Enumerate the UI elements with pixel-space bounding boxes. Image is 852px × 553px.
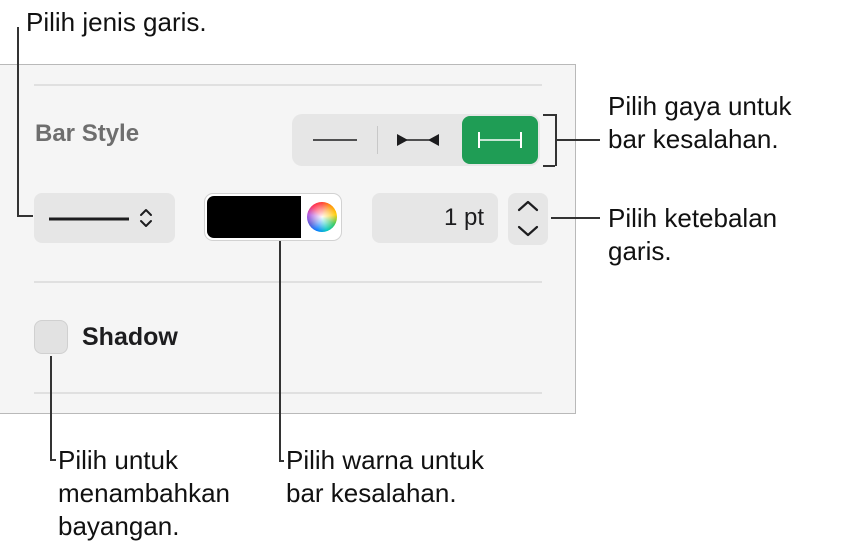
separator-top	[34, 84, 542, 86]
thickness-field[interactable]: 1 pt	[372, 193, 498, 243]
leader-bar-style-bracket-top	[543, 114, 555, 116]
leader-bar-style-bracket-bottom	[543, 165, 555, 167]
leader-bar-style-horizontal	[555, 139, 600, 141]
callout-shadow-line-1: Pilih untuk	[58, 445, 178, 475]
callout-color-line-2: bar kesalahan.	[286, 478, 457, 508]
callout-bar-style: Pilih gaya untuk bar kesalahan.	[608, 90, 792, 156]
leader-shadow-vertical	[50, 356, 52, 460]
callout-bar-style-line-2: bar kesalahan.	[608, 124, 779, 154]
leader-color-vertical	[279, 241, 281, 461]
leader-line-type-horizontal	[17, 215, 33, 217]
line-type-popup[interactable]	[34, 193, 175, 243]
separator-middle	[34, 281, 542, 283]
leader-line-type-vertical	[17, 27, 19, 216]
color-swatch[interactable]	[207, 196, 301, 238]
callout-shadow: Pilih untuk menambahkan bayangan.	[58, 444, 230, 543]
separator-bottom	[34, 392, 542, 394]
bar-style-arrow-caps-button[interactable]	[378, 114, 458, 166]
shadow-label: Shadow	[82, 323, 178, 351]
color-well[interactable]	[204, 193, 342, 241]
callout-thickness: Pilih ketebalan garis.	[608, 202, 777, 268]
leader-thickness-horizontal	[551, 217, 600, 219]
leader-color-horizontal	[279, 460, 284, 462]
callout-color: Pilih warna untuk bar kesalahan.	[286, 444, 484, 510]
thickness-stepper[interactable]	[508, 193, 548, 245]
callout-color-line-1: Pilih warna untuk	[286, 445, 484, 475]
bar-style-none-button[interactable]	[292, 114, 377, 166]
shadow-checkbox[interactable]	[34, 320, 68, 354]
callout-thickness-line-2: garis.	[608, 236, 672, 266]
bar-style-label: Bar Style	[35, 120, 140, 147]
thickness-value: 1 pt	[443, 204, 484, 231]
bar-style-bar-caps-button[interactable]	[462, 116, 538, 164]
color-wheel-icon[interactable]	[307, 202, 337, 232]
bar-caps-icon	[478, 132, 522, 148]
none-icon	[312, 139, 357, 141]
callout-line-type: Pilih jenis garis.	[26, 7, 207, 37]
callout-bar-style-line-1: Pilih gaya untuk	[608, 91, 792, 121]
arrow-caps-icon	[397, 134, 439, 146]
callout-shadow-line-2: menambahkan	[58, 478, 230, 508]
bar-style-segmented-control	[292, 114, 540, 166]
solid-line-icon	[49, 217, 129, 221]
stepper-down-icon[interactable]	[516, 223, 540, 239]
chevron-up-down-icon	[140, 209, 152, 227]
stepper-up-icon[interactable]	[516, 198, 540, 214]
callout-thickness-line-1: Pilih ketebalan	[608, 203, 778, 233]
leader-shadow-horizontal	[50, 459, 56, 461]
callout-shadow-line-3: bayangan.	[58, 511, 180, 541]
